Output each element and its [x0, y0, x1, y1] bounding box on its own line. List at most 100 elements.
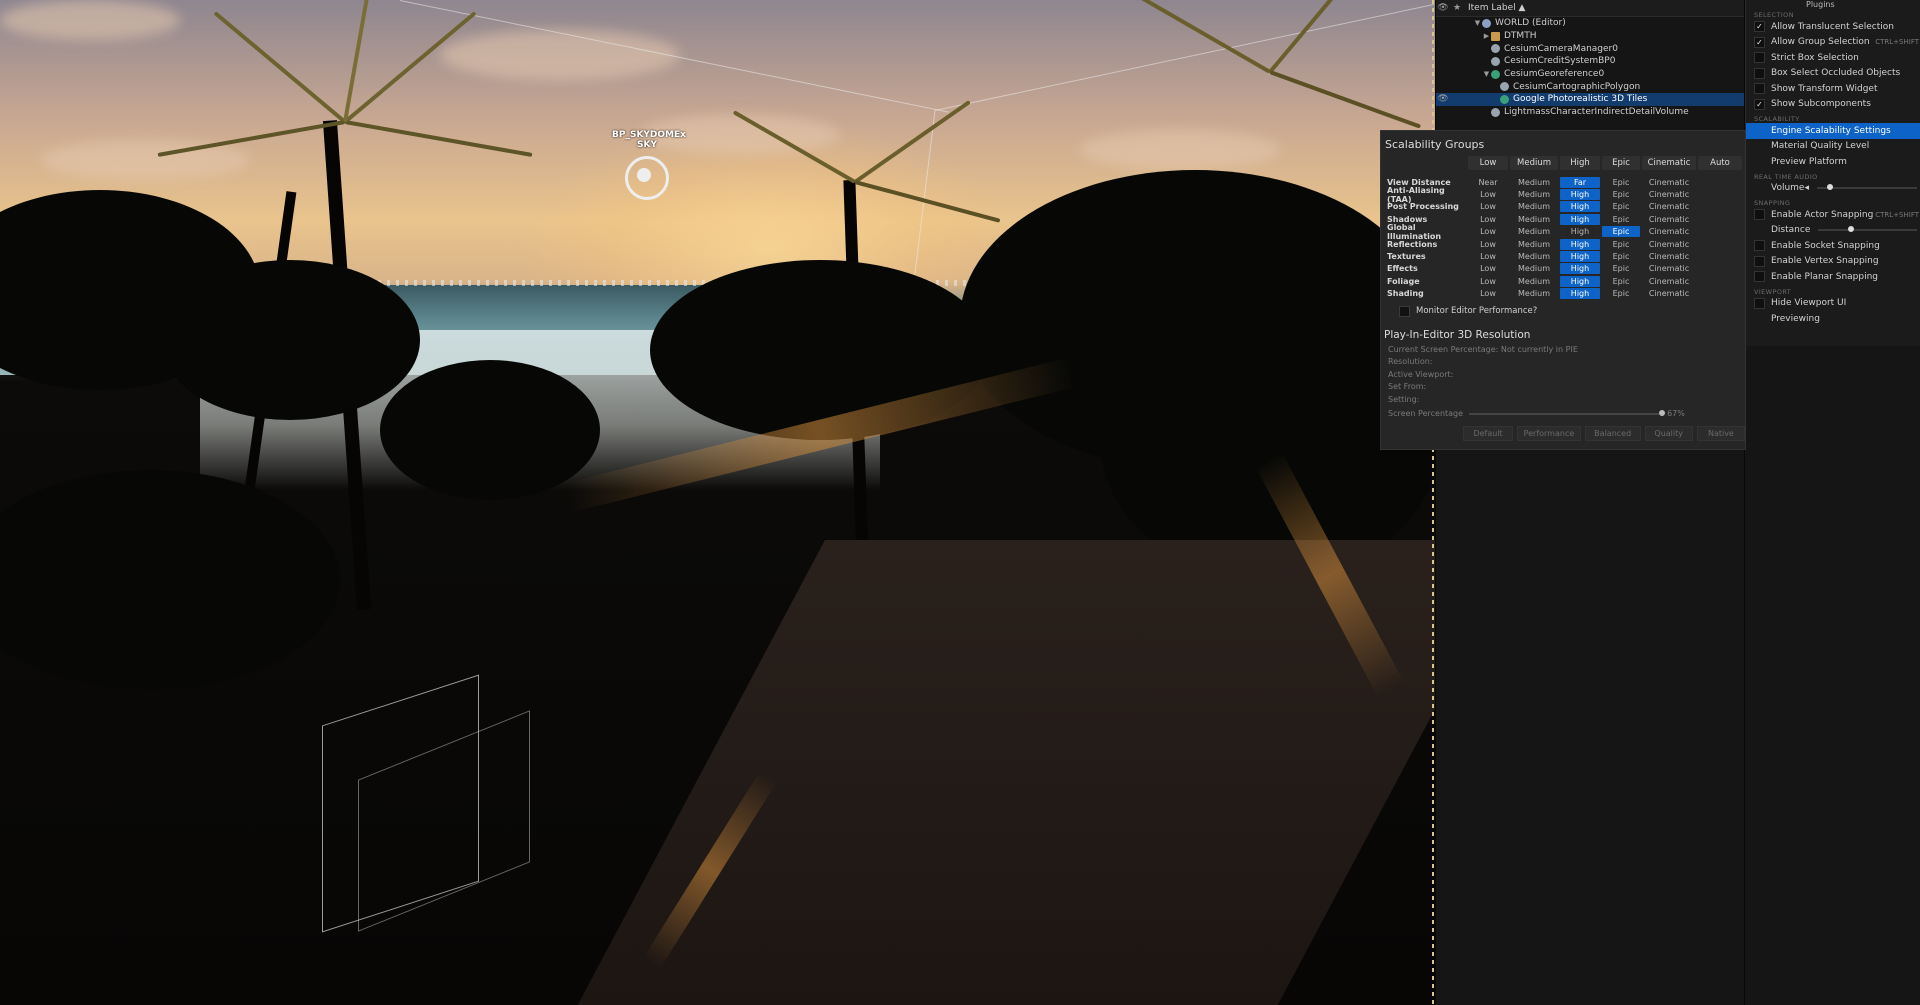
quality-cell[interactable]: High: [1560, 189, 1600, 201]
menu-item[interactable]: ✓ Allow Translucent Selection: [1746, 19, 1920, 35]
outliner-row[interactable]: 👁 Google Photorealistic 3D Tiles: [1436, 93, 1744, 106]
quality-cell[interactable]: Low: [1468, 226, 1508, 237]
quality-cell[interactable]: Epic: [1602, 177, 1640, 188]
quality-cell[interactable]: Epic: [1602, 251, 1640, 262]
menu-item[interactable]: ✓ Allow Group Selection CTRL+SHIFT: [1746, 35, 1920, 51]
checkmark-icon[interactable]: ✓: [1754, 36, 1765, 48]
checkbox[interactable]: [1754, 67, 1765, 79]
quality-cell[interactable]: Low: [1468, 214, 1508, 225]
pie-button-default[interactable]: Default: [1463, 426, 1514, 442]
checkmark-icon[interactable]: ✓: [1754, 21, 1765, 33]
quality-cell[interactable]: High: [1560, 275, 1600, 287]
checkbox[interactable]: [1754, 209, 1765, 221]
quality-cell[interactable]: Medium: [1510, 263, 1558, 274]
quality-cell[interactable]: Low: [1468, 239, 1508, 250]
quality-cell[interactable]: Cinematic: [1642, 177, 1696, 188]
menu-slider[interactable]: [1817, 184, 1917, 191]
slider-knob[interactable]: [1847, 226, 1854, 233]
menu-item[interactable]: ✓ Show Subcomponents: [1746, 97, 1920, 113]
monitor-performance-toggle[interactable]: Monitor Editor Performance?: [1399, 305, 1745, 317]
quality-cell[interactable]: Epic: [1602, 201, 1640, 212]
quality-cell[interactable]: High: [1560, 226, 1600, 237]
twisty-icon[interactable]: ▼: [1482, 70, 1491, 78]
quality-cell[interactable]: Epic: [1602, 288, 1640, 299]
menu-item-plugins[interactable]: Plugins: [1746, 0, 1920, 9]
menu-item[interactable]: Show Transform Widget: [1746, 81, 1920, 97]
quality-cell[interactable]: High: [1560, 263, 1600, 275]
quality-cell[interactable]: Medium: [1510, 177, 1558, 188]
outliner-row[interactable]: CesiumCreditSystemBP0: [1436, 55, 1744, 68]
pie-button-balanced[interactable]: Balanced: [1584, 426, 1641, 442]
monitor-checkbox[interactable]: [1399, 305, 1410, 317]
pie-button-quality[interactable]: Quality: [1644, 426, 1693, 442]
level-viewport[interactable]: BP_SKYDOMEx SKY: [0, 0, 1435, 1005]
quality-cell[interactable]: Medium: [1510, 288, 1558, 299]
menu-item[interactable]: Engine Scalability Settings: [1746, 123, 1920, 139]
quality-cell[interactable]: High: [1560, 238, 1600, 250]
quality-cell[interactable]: Low: [1468, 263, 1508, 274]
quality-cell[interactable]: Low: [1468, 288, 1508, 299]
quality-cell[interactable]: Medium: [1510, 239, 1558, 250]
star-icon[interactable]: ★: [1450, 3, 1464, 13]
quality-cell[interactable]: Epic: [1602, 276, 1640, 287]
menu-item[interactable]: Hide Viewport UI: [1746, 296, 1920, 312]
quality-cell[interactable]: Low: [1468, 189, 1508, 200]
twisty-icon[interactable]: ▼: [1473, 19, 1482, 27]
preset-button-epic[interactable]: Epic: [1602, 156, 1640, 170]
menu-item[interactable]: Strict Box Selection: [1746, 50, 1920, 66]
quality-cell[interactable]: Cinematic: [1642, 214, 1696, 225]
quality-cell[interactable]: Cinematic: [1642, 201, 1696, 212]
menu-item[interactable]: Distance: [1746, 223, 1920, 239]
slider-knob[interactable]: [1659, 409, 1666, 416]
menu-item[interactable]: Enable Socket Snapping: [1746, 238, 1920, 254]
menu-item[interactable]: Material Quality Level: [1746, 139, 1920, 155]
quality-cell[interactable]: High: [1560, 201, 1600, 213]
menu-slider[interactable]: [1818, 226, 1917, 233]
quality-cell[interactable]: High: [1560, 251, 1600, 263]
quality-cell[interactable]: Cinematic: [1642, 239, 1696, 250]
quality-cell[interactable]: Low: [1468, 201, 1508, 212]
quality-cell[interactable]: Near: [1468, 177, 1508, 188]
quality-cell[interactable]: Medium: [1510, 214, 1558, 225]
quality-cell[interactable]: High: [1560, 288, 1600, 300]
item-label-column[interactable]: Item Label ▲: [1468, 3, 1525, 13]
preset-button-cinematic[interactable]: Cinematic: [1642, 156, 1696, 170]
menu-item[interactable]: Enable Vertex Snapping: [1746, 254, 1920, 270]
checkbox[interactable]: [1754, 255, 1765, 267]
menu-item[interactable]: Box Select Occluded Objects: [1746, 66, 1920, 82]
quality-cell[interactable]: Cinematic: [1642, 226, 1696, 237]
preset-button-medium[interactable]: Medium: [1510, 156, 1558, 170]
outliner-row[interactable]: CesiumCameraManager0: [1436, 42, 1744, 55]
slider-knob[interactable]: [1827, 184, 1833, 191]
menu-item[interactable]: Preview Platform: [1746, 154, 1920, 170]
quality-cell[interactable]: Medium: [1510, 251, 1558, 262]
menu-item[interactable]: Enable Actor Snapping CTRL+SHIFT: [1746, 207, 1920, 223]
quality-cell[interactable]: Cinematic: [1642, 276, 1696, 287]
twisty-icon[interactable]: ▶: [1482, 32, 1491, 40]
quality-cell[interactable]: Epic: [1602, 214, 1640, 225]
menu-item[interactable]: Enable Planar Snapping: [1746, 269, 1920, 285]
preset-button-high[interactable]: High: [1560, 156, 1600, 170]
quality-cell[interactable]: Low: [1468, 251, 1508, 262]
quality-cell[interactable]: High: [1560, 213, 1600, 225]
eye-icon[interactable]: 👁: [1436, 94, 1450, 104]
quality-cell[interactable]: Medium: [1510, 201, 1558, 212]
checkbox[interactable]: [1754, 52, 1765, 64]
quality-cell[interactable]: Epic: [1602, 226, 1640, 238]
quality-cell[interactable]: Cinematic: [1642, 189, 1696, 200]
pie-button-performance[interactable]: Performance: [1517, 426, 1581, 442]
speaker-icon[interactable]: ◂: [1804, 183, 1809, 193]
pie-button-native[interactable]: Native: [1696, 426, 1746, 442]
quality-cell[interactable]: Medium: [1510, 189, 1558, 200]
quality-cell[interactable]: Epic: [1602, 239, 1640, 250]
screen-percentage-slider[interactable]: [1469, 409, 1666, 416]
menu-item[interactable]: Previewing: [1746, 311, 1920, 327]
outliner-row[interactable]: ▼ WORLD (Editor): [1436, 17, 1744, 30]
quality-cell[interactable]: Low: [1468, 276, 1508, 287]
checkbox[interactable]: [1754, 271, 1765, 283]
quality-cell[interactable]: Cinematic: [1642, 263, 1696, 274]
preset-button-auto[interactable]: Auto: [1698, 156, 1742, 170]
quality-cell[interactable]: Cinematic: [1642, 251, 1696, 262]
eye-icon[interactable]: 👁: [1436, 3, 1450, 13]
outliner-row[interactable]: CesiumCartographicPolygon: [1436, 80, 1744, 93]
